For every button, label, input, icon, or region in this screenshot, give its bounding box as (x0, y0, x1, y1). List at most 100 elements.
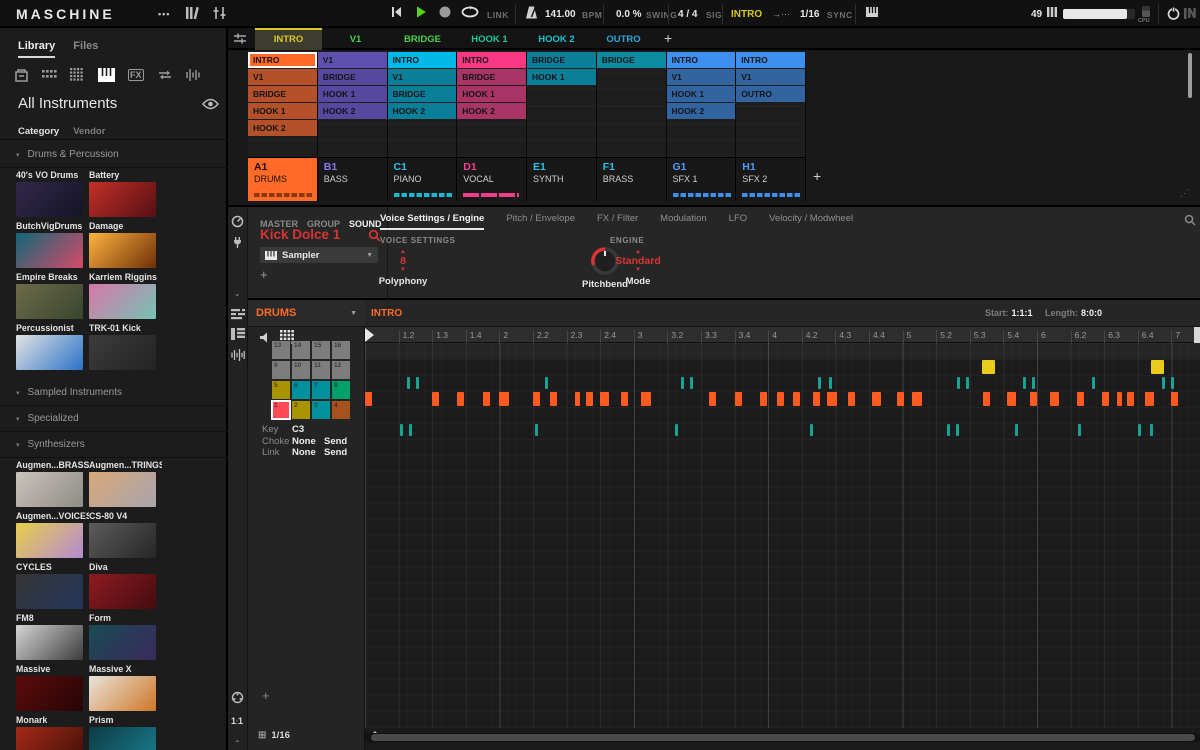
note-hat_top[interactable] (416, 377, 419, 389)
pattern-cell[interactable]: HOOK 2 (248, 120, 317, 136)
group-slot-c1[interactable]: C1PIANO (388, 158, 458, 201)
browser-tab-library[interactable]: Library (18, 40, 55, 58)
note-kick[interactable] (586, 392, 593, 406)
note-hat_top[interactable] (1032, 377, 1035, 389)
choke-send[interactable]: Send (324, 436, 347, 448)
groups-icon[interactable] (42, 67, 57, 84)
arrange-view-icon[interactable] (228, 308, 247, 320)
metronome-icon[interactable] (524, 5, 539, 20)
note-kick[interactable] (621, 392, 628, 406)
note-kick[interactable] (575, 392, 580, 406)
pattern-cell[interactable]: V1 (388, 69, 457, 85)
note-kick[interactable] (735, 392, 742, 406)
page-tab[interactable]: FX / Filter (597, 213, 638, 230)
pad-4[interactable]: 4 (332, 401, 350, 419)
list-item[interactable]: CS-80 V4 (89, 511, 162, 558)
note-hat_low[interactable] (535, 424, 538, 436)
timeline-ruler[interactable]: 1.21.31.422.22.32.433.23.33.444.24.34.45… (365, 327, 1200, 343)
pattern-name[interactable]: INTRO (371, 308, 402, 319)
pattern-cell[interactable]: V1 (248, 69, 317, 85)
pattern-cell[interactable]: INTRO (736, 52, 805, 68)
add-scene-button[interactable]: + (664, 30, 672, 46)
note-kick[interactable] (912, 392, 922, 406)
pad-7[interactable]: 7 (312, 381, 330, 399)
pattern-cell[interactable]: INTRO (667, 52, 736, 68)
group-slot-g1[interactable]: G1SFX 1 (667, 158, 737, 201)
note-kick[interactable] (365, 392, 372, 406)
scene-tab-hook-2[interactable]: HOOK 2 (523, 28, 590, 50)
list-item[interactable]: TRK-01 Kick (89, 323, 162, 370)
pattern-cell[interactable]: INTRO (388, 52, 457, 68)
note-kick[interactable] (813, 392, 820, 406)
note-kick[interactable] (848, 392, 855, 406)
time-signature-value[interactable]: 4 / 4 (678, 9, 697, 20)
note-hat_top[interactable] (545, 377, 548, 389)
note-kick[interactable] (550, 392, 557, 406)
pattern-cell[interactable]: BRIDGE (597, 52, 666, 68)
pattern-cell[interactable]: BRIDGE (388, 86, 457, 102)
pattern-cell[interactable]: HOOK 1 (527, 69, 596, 85)
note-hat_top[interactable] (1023, 377, 1026, 389)
pad-13[interactable]: 13 (272, 341, 290, 359)
list-item[interactable]: Augmen...VOICES (16, 511, 89, 558)
note-kick[interactable] (827, 392, 837, 406)
note-kick[interactable] (641, 392, 651, 406)
note-hat_low[interactable] (1150, 424, 1153, 436)
section-header[interactable]: ▾Specialized (0, 406, 228, 432)
browser-tab-files[interactable]: Files (73, 40, 98, 56)
note-hat_top[interactable] (407, 377, 410, 389)
scene-tab-outro[interactable]: OUTRO (590, 28, 657, 50)
pattern-cell[interactable]: V1 (736, 69, 805, 85)
note-hat_top[interactable] (1162, 377, 1165, 389)
note-kick[interactable] (793, 392, 800, 406)
pattern-cell[interactable]: BRIDGE (248, 86, 317, 102)
note-hat_low[interactable] (1138, 424, 1141, 436)
add-plugin-button[interactable]: + (260, 267, 268, 282)
note-kick[interactable] (1127, 392, 1134, 406)
effects-icon[interactable]: FX (128, 67, 144, 84)
pad-2[interactable]: 2 (292, 401, 310, 419)
note-kick[interactable] (1145, 392, 1154, 406)
pattern-cell[interactable]: INTRO (248, 52, 317, 68)
scene-tab-intro[interactable]: INTRO (255, 28, 322, 50)
note-hat_top[interactable] (829, 377, 832, 389)
list-item[interactable]: Massive X (89, 664, 162, 711)
note-kick[interactable] (533, 392, 540, 406)
list-item[interactable]: Karriem Riggins (89, 272, 162, 319)
note-kick[interactable] (872, 392, 881, 406)
pad-5[interactable]: 5 (272, 381, 290, 399)
link-value[interactable]: None (292, 447, 324, 459)
section-header[interactable]: ▾Sampled Instruments (0, 380, 228, 406)
arranger-scrollbar[interactable] (1188, 53, 1192, 98)
pattern-cell[interactable]: V1 (667, 69, 736, 85)
note-kick[interactable] (483, 392, 490, 406)
add-group-button[interactable]: + (813, 168, 821, 184)
note-hat_low[interactable] (956, 424, 959, 436)
pattern-cell[interactable]: BRIDGE (318, 69, 387, 85)
loop-button-icon[interactable] (460, 5, 480, 19)
pattern-cell[interactable]: OUTRO (736, 86, 805, 102)
page-tab[interactable]: Voice Settings / Engine (380, 213, 484, 230)
note-kick[interactable] (777, 392, 784, 406)
pad-1[interactable]: 1 (272, 401, 290, 419)
pattern-cell[interactable]: HOOK 2 (318, 103, 387, 119)
page-tab[interactable]: LFO (729, 213, 747, 230)
pad-12[interactable]: 12 (332, 361, 350, 379)
link-toggle[interactable]: LINK (487, 10, 509, 20)
note-hat_low[interactable] (400, 424, 403, 436)
choke-value[interactable]: None (292, 436, 324, 448)
pad-15[interactable]: 15 (312, 341, 330, 359)
mixer-toggle-icon[interactable] (212, 5, 228, 21)
list-item[interactable]: FM8 (16, 613, 89, 660)
keyboard-mode-icon[interactable] (865, 5, 879, 19)
pad-14[interactable]: 14 (292, 341, 310, 359)
note-hat_top[interactable] (690, 377, 693, 389)
horizontal-scrollbar[interactable] (365, 733, 1200, 742)
pad-9[interactable]: 9 (272, 361, 290, 379)
note-kick[interactable] (709, 392, 716, 406)
note-kick[interactable] (897, 392, 904, 406)
follow-icon[interactable]: →⋯ (772, 9, 790, 20)
audio-engine-power-icon[interactable] (1166, 6, 1181, 21)
note-kick[interactable] (1102, 392, 1109, 406)
filter-tab-vendor[interactable]: Vendor (73, 126, 105, 137)
